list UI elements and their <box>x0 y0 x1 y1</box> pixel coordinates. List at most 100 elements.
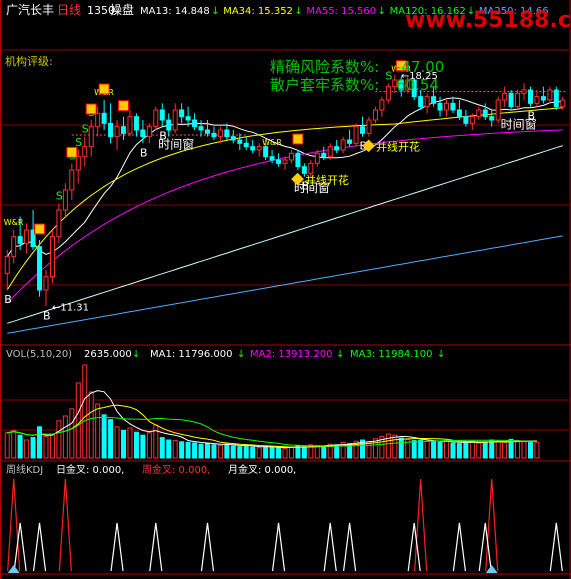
volume-bar <box>127 427 133 459</box>
candle-body <box>540 96 546 101</box>
volume-bar <box>392 434 398 459</box>
candle-body <box>463 116 469 124</box>
volume-bar <box>204 443 210 459</box>
volume-bar <box>269 446 275 459</box>
volume-bar <box>11 429 17 459</box>
vol-title: VOL(5,10,20) <box>6 349 72 360</box>
vol-arrow-2: ↓ <box>237 349 245 360</box>
volume-bar <box>49 434 55 459</box>
volume-bar <box>398 437 404 459</box>
candle-body <box>133 116 139 131</box>
candle-body <box>560 99 566 108</box>
candle-body <box>230 136 236 141</box>
candle-body <box>224 129 230 138</box>
volume-bar <box>198 443 204 459</box>
volume-bar <box>172 440 178 459</box>
ma55-line <box>6 129 563 304</box>
candle-body <box>366 119 372 134</box>
volume-bar <box>515 440 521 459</box>
candle-body <box>308 162 314 174</box>
candle-body <box>211 132 217 138</box>
volume-bar <box>159 437 165 459</box>
volume-bar <box>418 439 424 459</box>
candle-body <box>469 116 475 124</box>
hold-box-icon <box>66 146 78 158</box>
volume-bar <box>495 440 501 459</box>
candle-body <box>360 126 366 134</box>
candle-body <box>263 146 269 158</box>
hold-box-icon <box>98 83 110 95</box>
kdj-daily: 日金叉: 0.000, <box>56 463 124 476</box>
trap-label: 散户套牢系数%: <box>270 76 379 94</box>
candle-body <box>353 126 359 144</box>
kdj-spike <box>32 522 47 572</box>
volume-bar <box>301 446 307 459</box>
ma-label: MA13: 14.848 <box>140 6 210 17</box>
volume-bar <box>185 441 191 459</box>
candle-body <box>95 112 101 128</box>
kdj-spike <box>110 522 124 572</box>
candle-body <box>101 112 107 124</box>
volume-bar <box>4 432 10 459</box>
candle-body <box>62 189 68 211</box>
kdj-monthly: 月金叉: 0.000, <box>228 463 296 476</box>
volume-bar <box>24 439 30 459</box>
candle-body <box>185 116 191 121</box>
volume-bar <box>224 443 230 459</box>
kdj-weekly: 周金叉: 0.000, <box>142 463 210 476</box>
volume-bar <box>88 391 94 459</box>
rating-label: 机构评级: <box>5 54 53 68</box>
candle-body <box>250 146 256 151</box>
volume-bar <box>521 441 527 459</box>
buy-marker: B <box>140 146 148 159</box>
stock-name: 广汽长丰 <box>6 2 54 17</box>
kdj-spike <box>343 522 357 572</box>
sell-marker: S <box>82 123 89 136</box>
buy-marker: B <box>43 309 51 322</box>
volume-bar <box>443 440 449 459</box>
candle-body <box>88 126 94 148</box>
volume-bar <box>121 429 127 459</box>
volume-bar <box>482 441 488 459</box>
candle-body <box>527 89 533 104</box>
volume-bar <box>243 444 249 459</box>
candle-body <box>140 129 146 138</box>
volume-bar <box>424 440 430 459</box>
candle-body <box>347 139 353 144</box>
volume-bars <box>4 364 540 459</box>
candle-body <box>443 102 449 111</box>
candle-body <box>553 89 559 108</box>
volume-bar <box>30 437 36 459</box>
candle-body <box>121 126 127 134</box>
trap-value: 60.54 <box>396 76 439 94</box>
vol-arrow-4: ↓ <box>437 349 445 360</box>
volume-bar <box>108 419 114 459</box>
risk-value: -47.00 <box>396 58 444 76</box>
candle-body <box>282 159 288 164</box>
volume-bar <box>62 415 68 459</box>
volume-bar <box>276 447 282 459</box>
volume-bar <box>502 441 508 459</box>
candle-body <box>166 119 172 131</box>
vol-value: 2635.000 <box>84 349 132 360</box>
volume-bar <box>153 424 159 459</box>
candle-body <box>456 109 462 118</box>
kdj-spike <box>407 522 421 572</box>
candle-body <box>256 146 262 151</box>
kdj-spike <box>452 522 467 572</box>
volume-bar <box>37 426 43 459</box>
buy-marker: B <box>4 293 12 306</box>
sell-marker: S <box>56 189 63 202</box>
volume-bar <box>217 444 223 459</box>
vol-arrow-3: ↓ <box>336 349 344 360</box>
bloom-label: 并线开花 <box>305 173 349 187</box>
candle-body <box>314 152 320 164</box>
wr-marker: W&R <box>4 218 24 227</box>
volume-bar <box>211 444 217 459</box>
candle-body <box>521 89 527 94</box>
volume-bar <box>534 441 540 459</box>
candle-body <box>37 246 43 291</box>
candle-body <box>489 116 495 121</box>
candle-body <box>11 236 17 258</box>
candle-body <box>127 116 133 134</box>
